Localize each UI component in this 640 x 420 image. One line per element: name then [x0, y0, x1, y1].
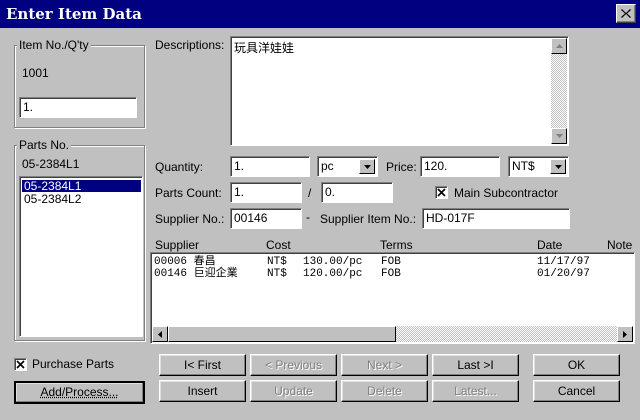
dropdown-arrow-icon — [554, 164, 562, 169]
supplier-no-field[interactable]: 00146 — [230, 208, 302, 229]
close-button[interactable] — [616, 4, 636, 23]
cell-terms: FOB — [381, 268, 401, 280]
unit-dropdown-button[interactable] — [359, 159, 375, 174]
parts-count-total-field[interactable]: 0. — [321, 182, 393, 203]
descriptions-text: 玩具洋娃娃 — [234, 41, 295, 55]
currency-select-value: NT$ — [512, 159, 535, 173]
first-button[interactable]: I< First — [159, 354, 246, 376]
currency-dropdown-button[interactable] — [550, 159, 566, 174]
list-item[interactable]: 05-2384L1 — [22, 180, 141, 192]
purchase-parts-checkbox[interactable] — [14, 358, 27, 371]
quantity-label: Quantity: — [155, 160, 204, 174]
cell-supplier: 00146 巨迎企業 — [154, 268, 238, 280]
item-qty-legend: Item No./Q'ty — [17, 38, 91, 52]
cell-date: 01/20/97 — [537, 268, 590, 280]
item-qty-field[interactable]: 1. — [19, 97, 137, 118]
ok-label: OK — [567, 358, 586, 372]
column-header-date[interactable]: Date — [537, 238, 562, 252]
supplier-no-label: Supplier No.: — [155, 212, 225, 226]
current-part-number: 05-2384L1 — [22, 157, 80, 171]
insert-label: Insert — [187, 384, 218, 398]
cancel-label: Cancel — [557, 384, 596, 398]
parts-count-field[interactable]: 1. — [230, 182, 302, 203]
latest-button[interactable]: Latest... — [432, 380, 519, 402]
quantity-field[interactable]: 1. — [230, 156, 310, 177]
ok-button[interactable]: OK — [533, 354, 620, 376]
cancel-button[interactable]: Cancel — [533, 380, 620, 402]
cell-currency: NT$ — [267, 268, 287, 280]
unit-select-value: pc — [321, 159, 334, 173]
first-label: I< First — [183, 358, 221, 372]
close-icon — [621, 9, 631, 18]
descriptions-label: Descriptions: — [155, 38, 225, 52]
scroll-left-button[interactable] — [152, 326, 168, 342]
supplier-item-no-field[interactable]: HD-017F — [422, 208, 570, 229]
update-label: Update — [274, 384, 313, 398]
column-header-supplier[interactable]: Supplier — [155, 238, 199, 252]
parts-no-legend: Parts No. — [17, 138, 72, 152]
column-header-cost[interactable]: Cost — [266, 238, 291, 252]
supplier-item-no-label: Supplier Item No.: — [320, 212, 417, 226]
table-row[interactable]: 00146 巨迎企業 NT$ 120.00/pc FOB 01/20/97 — [151, 268, 631, 280]
dropdown-arrow-icon — [363, 164, 371, 169]
price-field[interactable]: 120. — [420, 156, 500, 177]
list-item[interactable]: 05-2384L2 — [22, 193, 142, 205]
scroll-down-button[interactable] — [551, 128, 567, 144]
cell-terms: FOB — [381, 256, 401, 268]
previous-button[interactable]: < Previous — [250, 354, 337, 376]
scroll-right-button[interactable] — [617, 326, 633, 342]
next-button[interactable]: Next > — [341, 354, 428, 376]
parts-count-label: Parts Count: — [155, 186, 222, 200]
add-process-label: Add/Process... — [40, 385, 119, 399]
supplier-table-header: Supplier Cost Terms Date Note — [155, 238, 640, 252]
check-x-icon — [437, 188, 446, 197]
title-bar[interactable]: Enter Item Data — [0, 0, 640, 28]
delete-button[interactable]: Delete — [341, 380, 428, 402]
cell-cost: 120.00/pc — [303, 268, 363, 280]
enter-item-data-dialog: Enter Item Data Item No./Q'ty 1001 1. Pa… — [0, 0, 640, 420]
last-label: Last >I — [457, 358, 494, 372]
horizontal-scroll-thumb[interactable] — [168, 326, 396, 342]
scroll-left-arrow-icon — [158, 330, 162, 338]
insert-button[interactable]: Insert — [159, 380, 246, 402]
main-subcontractor-label: Main Subcontractor — [454, 186, 559, 200]
main-subcontractor-checkbox[interactable] — [435, 186, 448, 199]
supplier-dash: - — [306, 210, 310, 224]
parts-list[interactable]: 05-2384L1 05-2384L2 — [19, 176, 143, 337]
scroll-right-arrow-icon — [623, 330, 627, 338]
scroll-up-button[interactable] — [551, 38, 567, 54]
cell-cost: 130.00/pc — [303, 256, 363, 268]
parts-count-separator: / — [308, 186, 312, 200]
scroll-up-arrow-icon — [555, 44, 563, 48]
item-number: 1001 — [22, 66, 49, 80]
column-header-note[interactable]: Note — [607, 238, 632, 252]
delete-label: Delete — [367, 384, 402, 398]
price-label: Price: — [386, 160, 417, 174]
previous-label: < Previous — [264, 358, 323, 372]
cell-supplier: 00006 春昌 — [154, 256, 216, 268]
cell-date: 11/17/97 — [537, 256, 590, 268]
currency-select[interactable]: NT$ — [508, 156, 569, 177]
scroll-down-arrow-icon — [555, 134, 563, 138]
unit-select[interactable]: pc — [317, 156, 378, 177]
table-row[interactable]: 00006 春昌 NT$ 130.00/pc FOB 11/17/97 — [151, 256, 631, 268]
purchase-parts-label: Purchase Parts — [32, 357, 115, 371]
last-button[interactable]: Last >I — [432, 354, 519, 376]
descriptions-textarea[interactable]: 玩具洋娃娃 — [230, 36, 569, 146]
check-x-icon — [16, 360, 25, 369]
add-process-button[interactable]: Add/Process... — [14, 381, 145, 404]
latest-label: Latest... — [454, 384, 497, 398]
column-header-terms[interactable]: Terms — [380, 238, 413, 252]
window-title: Enter Item Data — [6, 5, 142, 23]
next-label: Next > — [366, 358, 402, 372]
cell-currency: NT$ — [267, 256, 287, 268]
update-button[interactable]: Update — [250, 380, 337, 402]
supplier-table[interactable]: 00006 春昌 NT$ 130.00/pc FOB 11/17/97 0014… — [150, 252, 635, 344]
